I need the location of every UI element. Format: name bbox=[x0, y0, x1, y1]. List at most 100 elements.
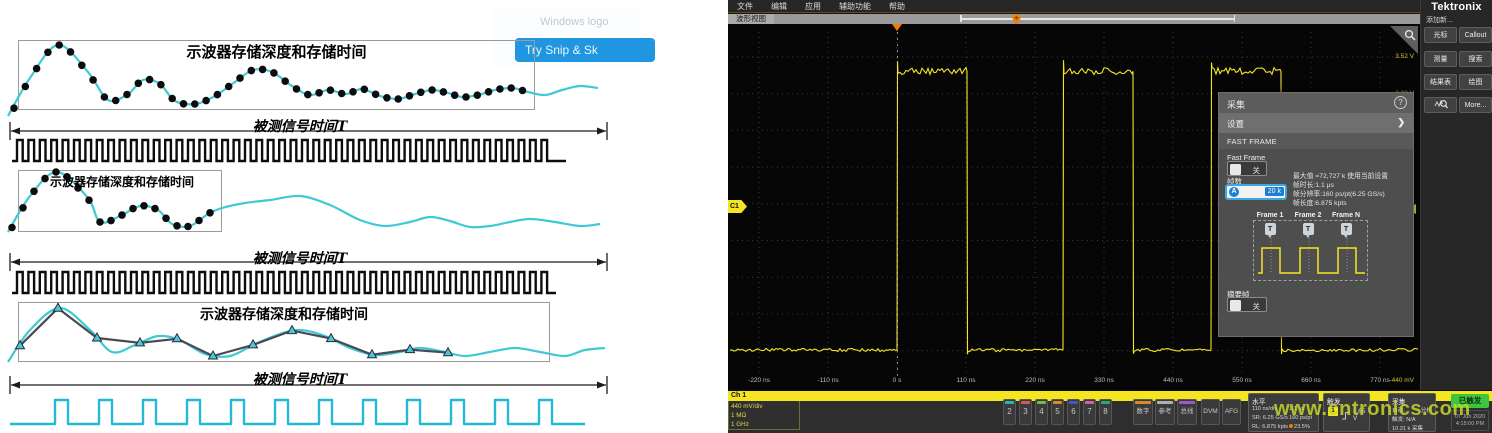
button-reference[interactable]: 参考 bbox=[1155, 399, 1175, 425]
diagram-title: 示波器存储深度和存储时间 bbox=[18, 41, 535, 62]
horizontal-title: 水平 bbox=[1252, 396, 1266, 406]
channel-color-strip bbox=[1085, 401, 1094, 404]
horizontal-position-slider[interactable] bbox=[960, 14, 1235, 24]
button-label: DVM bbox=[1203, 408, 1217, 415]
screenshot-canvas: Windows logo Try Snip & Sk 示波器存储深度和存储时间 … bbox=[0, 0, 1492, 433]
time-tick-label: 550 ns bbox=[1232, 377, 1252, 384]
channel-6-button[interactable]: 6 bbox=[1067, 399, 1080, 425]
horizontal-value: 23.5% bbox=[1289, 424, 1310, 430]
time-label: 4:15:00 PM bbox=[1452, 421, 1488, 428]
channel-3-button[interactable]: 3 bbox=[1019, 399, 1032, 425]
fast-frame-toggle[interactable]: 关 bbox=[1227, 161, 1267, 176]
diagram-full-sampling: 示波器存储深度和存储时间 被测信号时间T bbox=[0, 28, 640, 166]
time-tick-label: -110 ns bbox=[817, 377, 838, 384]
time-tick-label: 220 ns bbox=[1025, 377, 1045, 384]
diagram-title: 示波器存储深度和存储时间 bbox=[18, 304, 550, 324]
sidebar-button-measure[interactable]: 测量 bbox=[1424, 51, 1457, 67]
channel-number: 5 bbox=[1055, 407, 1059, 416]
chevron-right-icon: ❯ bbox=[1397, 117, 1405, 128]
channel-number: 4 bbox=[1039, 407, 1043, 416]
button-color-strip bbox=[1179, 401, 1195, 404]
acquisition-panel-header[interactable]: 采集 ? bbox=[1219, 93, 1413, 113]
settings-label: 设置 bbox=[1227, 118, 1244, 130]
button-digital[interactable]: 数字 bbox=[1133, 399, 1153, 425]
button-label: 参考 bbox=[1159, 408, 1172, 415]
toggle-knob bbox=[1230, 164, 1241, 175]
frame-label: Frame N bbox=[1324, 212, 1368, 219]
fast-frame-section-header[interactable]: FAST FRAME bbox=[1219, 133, 1413, 149]
time-tick-label: -220 ns bbox=[748, 377, 770, 384]
button-dvm[interactable]: DVM bbox=[1201, 399, 1220, 425]
channel-8-button[interactable]: 8 bbox=[1099, 399, 1112, 425]
summary-frame-toggle[interactable]: 关 bbox=[1227, 297, 1267, 312]
windows-notification-text: Windows logo bbox=[540, 16, 608, 28]
button-bus[interactable]: 总线 bbox=[1177, 399, 1197, 425]
channel-5-button[interactable]: 5 bbox=[1051, 399, 1064, 425]
expansion-point-marker[interactable] bbox=[892, 24, 902, 31]
button-label: AFG bbox=[1225, 408, 1238, 415]
multipurpose-knob-a-icon: A bbox=[1229, 187, 1239, 197]
channel-number: 8 bbox=[1103, 407, 1107, 416]
channel1-badge[interactable]: Ch 1 440 mV/div 1 MΩ 1 GHz bbox=[728, 391, 800, 430]
channel-color-strip bbox=[1101, 401, 1110, 404]
fast-frame-info-line: 帧分辨率:160 ps/pt(6.25 GS/s) bbox=[1293, 190, 1388, 199]
time-tick-label: 110 ns bbox=[956, 377, 975, 384]
sidebar-button-search[interactable]: 搜索 bbox=[1459, 51, 1492, 67]
channel-color-strip bbox=[1069, 401, 1078, 404]
time-tick-label: 0 s bbox=[893, 377, 902, 384]
oscilloscope-app: 文件编辑应用辅助功能帮助 波形视图 C1 3.52 V3.08 V2.64 bbox=[728, 0, 1492, 433]
toggle-state-label: 关 bbox=[1253, 301, 1261, 312]
sidebar-button-label: 光标 bbox=[1434, 32, 1448, 39]
frame-count-value[interactable]: 20 k bbox=[1265, 187, 1284, 196]
channel-number: 3 bbox=[1023, 407, 1027, 416]
channel-2-button[interactable]: 2 bbox=[1003, 399, 1016, 425]
frame-count-input[interactable]: A 20 k bbox=[1225, 184, 1287, 200]
menu-bar: 文件编辑应用辅助功能帮助 bbox=[728, 0, 1420, 13]
sidebar-button-label: 结果表 bbox=[1430, 79, 1451, 86]
slider-end-cap bbox=[960, 15, 962, 22]
sidebar-button-callout[interactable]: Callout bbox=[1459, 27, 1492, 43]
channel-4-button[interactable]: 4 bbox=[1035, 399, 1048, 425]
voltage-tick-label: 3.52 V bbox=[1328, 53, 1414, 60]
section-label: FAST FRAME bbox=[1227, 137, 1277, 146]
sidebar-button-zoom-tool[interactable] bbox=[1424, 97, 1457, 113]
toggle-knob bbox=[1230, 300, 1241, 311]
trigger-time-dashed-line bbox=[897, 26, 898, 380]
button-label: 总线 bbox=[1181, 408, 1194, 415]
channel-color-strip bbox=[1037, 401, 1046, 404]
menu-item-1[interactable]: 编辑 bbox=[762, 1, 796, 12]
channel-7-button[interactable]: 7 bbox=[1083, 399, 1096, 425]
channel-color-strip bbox=[1005, 401, 1014, 404]
channel1-bandwidth: 1 GHz bbox=[731, 421, 749, 428]
button-afg[interactable]: AFG bbox=[1222, 399, 1241, 425]
zoom-waveform-icon bbox=[1434, 98, 1448, 109]
help-icon[interactable]: ? bbox=[1394, 96, 1407, 109]
fast-frame-info-line: 帧长度:6.875 kpts bbox=[1293, 199, 1388, 208]
menu-item-4[interactable]: 帮助 bbox=[880, 1, 914, 12]
tab-waveform-view[interactable]: 波形视图 bbox=[728, 14, 774, 24]
frames-pulses-graphic bbox=[1254, 221, 1369, 282]
sidebar-button-label: 测量 bbox=[1434, 56, 1448, 63]
sidebar-button-label: Callout bbox=[1465, 32, 1487, 39]
time-tick-label: 440 ns bbox=[1163, 377, 1183, 384]
sidebar-button-more[interactable]: More... bbox=[1459, 97, 1492, 113]
channel-number: 7 bbox=[1087, 407, 1091, 416]
signal-time-label: 被测信号时间T bbox=[60, 116, 540, 136]
channel1-scale: 440 mV/div bbox=[731, 403, 763, 410]
slider-track bbox=[960, 18, 1235, 20]
channel-color-strip bbox=[1053, 401, 1062, 404]
sidebar-button-label: More... bbox=[1465, 102, 1487, 109]
sidebar-button-cursors[interactable]: 光标 bbox=[1424, 27, 1457, 43]
time-tick-label: 660 ns bbox=[1301, 377, 1321, 384]
sidebar-button-results-table[interactable]: 结果表 bbox=[1424, 74, 1457, 90]
sidebar-button-plot[interactable]: 绘图 bbox=[1459, 74, 1492, 90]
concept-diagrams: Windows logo Try Snip & Sk 示波器存储深度和存储时间 … bbox=[0, 0, 728, 433]
time-tick-label: 770 ns bbox=[1370, 377, 1390, 384]
settings-row[interactable]: 设置 ❯ bbox=[1219, 113, 1413, 133]
signal-time-label: 被测信号时间T bbox=[60, 369, 540, 389]
menu-item-3[interactable]: 辅助功能 bbox=[830, 1, 880, 12]
horizontal-value: RL: 6.875 kpts bbox=[1252, 424, 1288, 430]
menu-item-0[interactable]: 文件 bbox=[728, 1, 762, 12]
menu-item-2[interactable]: 应用 bbox=[796, 1, 830, 12]
diagram-title: 示波器存储深度和存储时间 bbox=[24, 173, 220, 190]
